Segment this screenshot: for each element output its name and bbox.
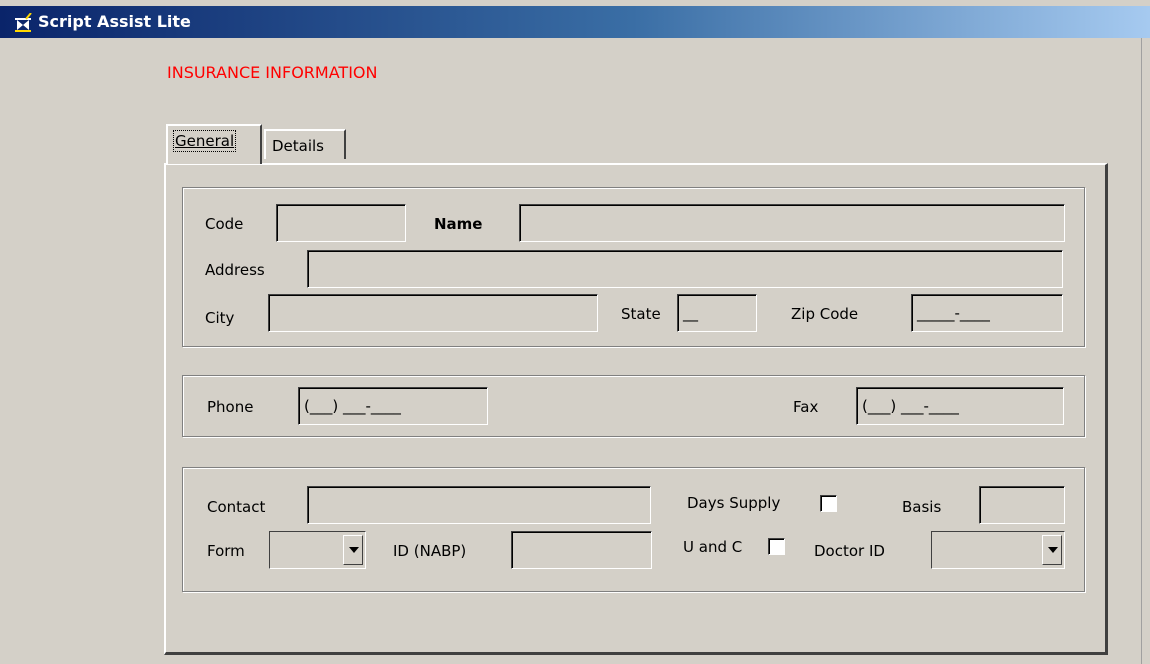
address-group: Code Name Address City State __ Zip Code… — [182, 187, 1085, 347]
u-and-c-checkbox[interactable] — [768, 538, 785, 555]
contact-label: Contact — [207, 498, 266, 516]
state-label: State — [621, 305, 661, 323]
code-field[interactable] — [276, 204, 406, 242]
days-supply-checkbox[interactable] — [820, 495, 837, 512]
basis-field[interactable] — [979, 486, 1065, 524]
chevron-down-icon[interactable] — [343, 535, 363, 565]
mortar-pestle-icon — [15, 13, 32, 32]
tab-details[interactable]: Details — [264, 129, 346, 159]
city-field[interactable] — [268, 294, 598, 332]
id-nabp-label: ID (NABP) — [393, 542, 467, 560]
title-bar[interactable]: Script Assist Lite — [0, 6, 1150, 38]
u-and-c-label: U and C — [683, 538, 743, 556]
fax-field[interactable]: (___) ___-____ — [856, 387, 1064, 425]
zip-code-field[interactable]: _____-____ — [911, 294, 1063, 332]
tab-panel-general: Code Name Address City State __ Zip Code… — [164, 163, 1108, 655]
phone-label: Phone — [207, 398, 254, 416]
address-label: Address — [205, 261, 265, 279]
chevron-down-icon[interactable] — [1042, 535, 1062, 565]
phone-field[interactable]: (___) ___-____ — [298, 387, 488, 425]
code-label: Code — [205, 215, 244, 233]
name-label: Name — [434, 215, 483, 233]
address-field[interactable] — [307, 250, 1063, 288]
fax-label: Fax — [793, 398, 819, 416]
id-nabp-field[interactable] — [511, 531, 652, 569]
tab-general-label: General — [172, 130, 237, 152]
tab-details-label: Details — [272, 137, 325, 155]
state-field[interactable]: __ — [677, 294, 757, 332]
contact-field[interactable] — [307, 486, 651, 524]
tab-general[interactable]: General — [166, 124, 262, 164]
phone-group: Phone (___) ___-____ Fax (___) ___-____ — [182, 375, 1085, 437]
form-label: Form — [207, 542, 245, 560]
window-title: Script Assist Lite — [38, 12, 191, 31]
doctor-id-label: Doctor ID — [814, 542, 885, 560]
window-right-edge — [1141, 38, 1142, 664]
form-select[interactable] — [269, 531, 366, 569]
days-supply-label: Days Supply — [687, 494, 781, 512]
contact-group: Contact Days Supply Basis Form ID (NABP)… — [182, 467, 1085, 592]
page-heading: INSURANCE INFORMATION — [167, 63, 378, 82]
zip-code-label: Zip Code — [791, 305, 859, 323]
basis-label: Basis — [902, 498, 942, 516]
doctor-id-select[interactable] — [931, 531, 1065, 569]
city-label: City — [205, 309, 235, 327]
name-field[interactable] — [519, 204, 1065, 242]
